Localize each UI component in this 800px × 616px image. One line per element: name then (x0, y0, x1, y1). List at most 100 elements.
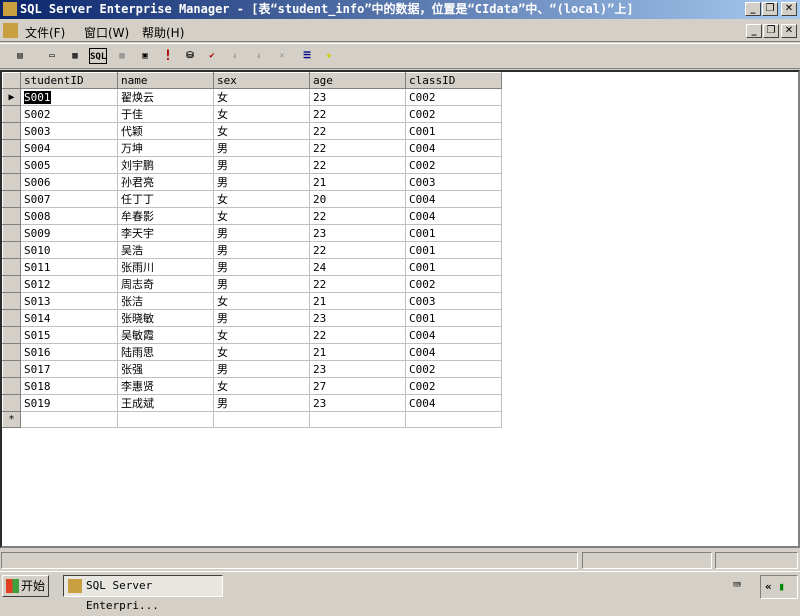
row-selector[interactable] (2, 377, 21, 395)
class-id-cell[interactable]: C004 (405, 394, 502, 412)
change-query-type-icon[interactable]: ▣ (136, 48, 154, 64)
student-id-cell[interactable]: S013 (20, 292, 118, 310)
sort-ascending-icon[interactable]: ↓ (226, 48, 244, 64)
table-row[interactable]: S015 吴敏霞 女 22 C004 (2, 326, 502, 344)
student-id-cell[interactable]: S009 (20, 224, 118, 242)
group-by-icon[interactable]: ✕ (273, 48, 291, 64)
class-id-cell[interactable]: C004 (405, 139, 502, 157)
add-new-icon[interactable]: ✚ (320, 48, 338, 64)
name-cell[interactable]: 吴敏霞 (117, 326, 214, 344)
sex-cell[interactable]: 男 (213, 309, 310, 327)
class-id-cell[interactable]: C002 (405, 275, 502, 293)
sex-cell[interactable]: 男 (213, 173, 310, 191)
table-row[interactable]: S016 陆雨思 女 21 C004 (2, 343, 502, 361)
new-row[interactable]: * (2, 411, 502, 428)
sex-cell[interactable]: 男 (213, 224, 310, 242)
age-cell[interactable]: 24 (309, 258, 406, 276)
student-id-cell[interactable]: S001 (20, 88, 118, 106)
child-restore-button[interactable]: ❐ (763, 24, 779, 38)
row-selector[interactable] (2, 173, 21, 191)
child-close-button[interactable]: ✕ (781, 24, 797, 38)
age-cell[interactable]: 23 (309, 394, 406, 412)
column-header[interactable]: age (309, 72, 406, 89)
class-id-cell[interactable]: C001 (405, 241, 502, 259)
table-row[interactable]: S018 李惠贤 女 27 C002 (2, 377, 502, 395)
run-icon[interactable]: ! (159, 48, 177, 64)
student-id-cell[interactable]: S014 (20, 309, 118, 327)
row-selector[interactable] (2, 156, 21, 174)
table-row[interactable]: S004 万坤 男 22 C004 (2, 139, 502, 157)
age-cell[interactable]: 23 (309, 309, 406, 327)
class-id-cell[interactable]: C004 (405, 326, 502, 344)
age-cell[interactable]: 22 (309, 156, 406, 174)
table-row[interactable]: S017 张强 男 23 C002 (2, 360, 502, 378)
sex-cell[interactable]: 男 (213, 275, 310, 293)
show-sql-icon[interactable]: SQL (89, 48, 107, 64)
child-minimize-button[interactable]: _ (746, 24, 762, 38)
row-selector[interactable] (2, 105, 21, 123)
class-id-cell[interactable]: C002 (405, 156, 502, 174)
class-id-cell[interactable]: C004 (405, 207, 502, 225)
name-cell[interactable]: 翟焕云 (117, 88, 214, 106)
name-cell[interactable]: 张强 (117, 360, 214, 378)
empty-cell[interactable] (20, 411, 118, 428)
sex-cell[interactable]: 女 (213, 326, 310, 344)
age-cell[interactable]: 22 (309, 207, 406, 225)
age-cell[interactable]: 21 (309, 173, 406, 191)
verify-sql-icon[interactable]: ⛁ (181, 48, 199, 64)
name-cell[interactable]: 李天宇 (117, 224, 214, 242)
sex-cell[interactable]: 男 (213, 258, 310, 276)
show-results-icon[interactable]: ▦ (113, 48, 131, 64)
table-row[interactable]: S005 刘宇鹏 男 22 C002 (2, 156, 502, 174)
age-cell[interactable]: 27 (309, 377, 406, 395)
class-id-cell[interactable]: C001 (405, 224, 502, 242)
table-row[interactable]: S012 周志奇 男 22 C002 (2, 275, 502, 293)
student-id-cell[interactable]: S012 (20, 275, 118, 293)
student-id-cell[interactable]: S019 (20, 394, 118, 412)
class-id-cell[interactable]: C002 (405, 360, 502, 378)
student-id-cell[interactable]: S015 (20, 326, 118, 344)
student-id-cell[interactable]: S005 (20, 156, 118, 174)
row-selector[interactable] (2, 309, 21, 327)
row-selector[interactable] (2, 122, 21, 140)
taskbar-item-enterprise-manager[interactable]: SQL Server Enterpri... (63, 575, 223, 612)
class-id-cell[interactable]: C004 (405, 190, 502, 208)
row-selector[interactable] (2, 241, 21, 259)
sex-cell[interactable]: 女 (213, 122, 310, 140)
class-id-cell[interactable]: C001 (405, 122, 502, 140)
name-cell[interactable]: 代颖 (117, 122, 214, 140)
name-cell[interactable]: 万坤 (117, 139, 214, 157)
empty-cell[interactable] (117, 411, 214, 428)
class-id-cell[interactable]: C002 (405, 88, 502, 106)
name-cell[interactable]: 张洁 (117, 292, 214, 310)
start-button[interactable]: 开始 (2, 575, 49, 597)
table-row[interactable]: S014 张晓敏 男 23 C001 (2, 309, 502, 327)
class-id-cell[interactable]: C004 (405, 343, 502, 361)
menu-help[interactable]: 帮助(H) (142, 24, 184, 41)
student-id-cell[interactable]: S016 (20, 343, 118, 361)
table-row[interactable]: S019 王成斌 男 23 C004 (2, 394, 502, 412)
age-cell[interactable]: 22 (309, 241, 406, 259)
sort-descending-icon[interactable]: ↓ (250, 48, 268, 64)
minimize-button[interactable]: _ (745, 2, 761, 16)
sex-cell[interactable]: 男 (213, 360, 310, 378)
age-cell[interactable]: 23 (309, 224, 406, 242)
name-cell[interactable]: 牟春影 (117, 207, 214, 225)
empty-cell[interactable] (405, 411, 502, 428)
age-cell[interactable]: 22 (309, 139, 406, 157)
table-row[interactable]: S013 张洁 女 21 C003 (2, 292, 502, 310)
restore-button[interactable]: ❐ (762, 2, 778, 16)
corner-cell[interactable] (2, 72, 21, 89)
class-id-cell[interactable]: C003 (405, 173, 502, 191)
age-cell[interactable]: 21 (309, 343, 406, 361)
remove-filter-icon[interactable]: ✔ (203, 48, 221, 64)
name-cell[interactable]: 任丁丁 (117, 190, 214, 208)
show-diagram-icon[interactable]: ▭ (43, 48, 61, 64)
menu-file[interactable]: 文件(F) (25, 24, 65, 41)
column-header[interactable]: classID (405, 72, 502, 89)
table-row[interactable]: S008 牟春影 女 22 C004 (2, 207, 502, 225)
row-selector[interactable] (2, 292, 21, 310)
sex-cell[interactable]: 女 (213, 207, 310, 225)
table-row[interactable]: ▶ S001 翟焕云 女 23 C002 (2, 88, 502, 106)
column-header[interactable]: studentID (20, 72, 118, 89)
